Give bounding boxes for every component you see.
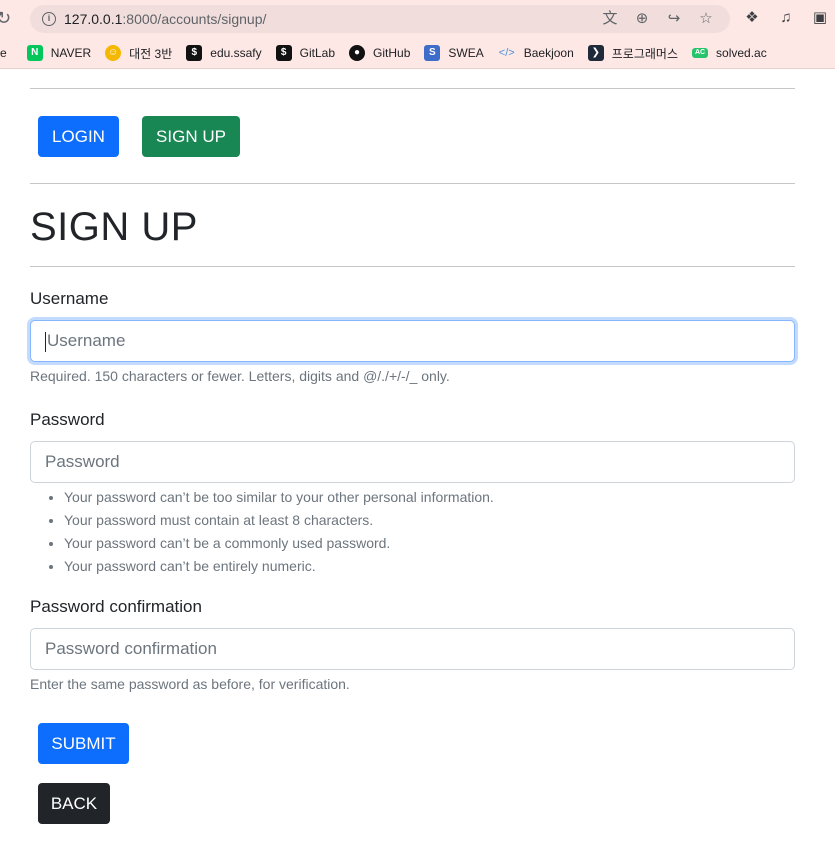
password-confirmation-placeholder: Password confirmation (45, 639, 217, 658)
zoom-icon[interactable]: ⊕ (632, 9, 652, 29)
url-text[interactable]: 127.0.0.1:8000/accounts/signup/ (64, 11, 266, 27)
media-icon[interactable]: ♫ (776, 8, 796, 28)
emoji-icon: ☺ (105, 45, 122, 61)
reload-icon[interactable]: ↻ (0, 8, 16, 28)
login-button[interactable]: LOGIN (38, 116, 119, 157)
share-icon[interactable]: ↪ (664, 9, 684, 29)
password-rule: Your password can’t be too similar to yo… (64, 486, 494, 509)
solved-ac-icon: AC (692, 48, 709, 58)
github-icon: ● (349, 45, 366, 61)
password-label: Password (30, 410, 105, 429)
bookmark-label: NAVER (50, 46, 92, 60)
password-rule: Your password must contain at least 8 ch… (64, 509, 494, 532)
bookmark-label: GitLab (299, 46, 336, 60)
divider (30, 88, 795, 89)
password-confirmation-label: Password confirmation (30, 597, 202, 616)
bookmark-label: 대전 3반 (129, 46, 173, 61)
password-rules-list: Your password can’t be too similar to yo… (30, 486, 494, 578)
info-icon[interactable]: i (42, 12, 56, 26)
username-placeholder: Username (47, 331, 126, 350)
password-rule: Your password can’t be entirely numeric. (64, 555, 494, 578)
password-rule: Your password can’t be a commonly used p… (64, 532, 494, 555)
username-label: Username (30, 289, 109, 308)
page-title: SIGN UP (30, 205, 198, 249)
bookmark-label: Baekjoon (523, 46, 574, 60)
bookmark-daejeon[interactable]: ☺ 대전 3반 (99, 41, 180, 65)
bookmark-naver[interactable]: N NAVER (21, 41, 99, 65)
bookmark-label: solved.ac (716, 46, 767, 60)
back-button[interactable]: BACK (38, 783, 110, 824)
username-help-text: Required. 150 characters or fewer. Lette… (30, 368, 450, 384)
bookmark-label: 프로그래머스 (611, 46, 679, 61)
divider (30, 266, 795, 267)
naver-icon: N (26, 45, 43, 61)
bookmark-baekjoon[interactable]: </> Baekjoon (492, 41, 582, 65)
bookmark-github[interactable]: ● GitHub (343, 41, 418, 65)
star-icon[interactable]: ☆ (696, 9, 716, 29)
url-path: :8000/accounts/signup/ (122, 11, 267, 27)
bookmark-label: edu.ssafy (210, 46, 262, 60)
swea-icon: S (424, 45, 441, 61)
bookmark-programmers[interactable]: ❯ 프로그래머스 (582, 41, 686, 65)
translate-icon[interactable]: 文 (600, 9, 620, 29)
password-input[interactable]: Password (30, 441, 795, 483)
bookmark-e[interactable]: e (0, 41, 21, 65)
programmers-icon: ❯ (587, 45, 604, 61)
signup-nav-button[interactable]: SIGN UP (142, 116, 240, 157)
password-confirmation-input[interactable]: Password confirmation (30, 628, 795, 670)
bookmark-label: GitHub (373, 46, 411, 60)
text-caret (45, 331, 46, 352)
password-placeholder: Password (45, 452, 120, 471)
gitlab-icon: $ (275, 45, 292, 61)
extensions-icon[interactable]: ❖ (742, 8, 762, 28)
bookmark-swea[interactable]: S SWEA (418, 41, 491, 65)
baekjoon-icon: </> (498, 47, 515, 59)
url-host: 127.0.0.1 (64, 11, 123, 27)
divider (30, 183, 795, 184)
browser-toolbar: ↻ i 127.0.0.1:8000/accounts/signup/ 文 ⊕ … (0, 0, 835, 38)
bookmarks-bar: e N NAVER ☺ 대전 3반 $ edu.ssafy $ GitLab ●… (0, 38, 835, 69)
bookmark-label: e (0, 46, 7, 60)
password-confirmation-help-text: Enter the same password as before, for v… (30, 676, 350, 692)
submit-button[interactable]: SUBMIT (38, 723, 129, 764)
bookmark-label: SWEA (448, 46, 484, 60)
username-input[interactable]: Username (30, 320, 795, 362)
ssafy-icon: $ (186, 45, 203, 61)
address-bar[interactable]: i 127.0.0.1:8000/accounts/signup/ 文 ⊕ ↪ … (30, 5, 730, 33)
bookmark-edu-ssafy[interactable]: $ edu.ssafy (180, 41, 269, 65)
side-panel-icon[interactable]: ▣ (810, 8, 830, 28)
bookmark-gitlab[interactable]: $ GitLab (270, 41, 343, 65)
bookmark-solved-ac[interactable]: AC solved.ac (686, 41, 775, 65)
